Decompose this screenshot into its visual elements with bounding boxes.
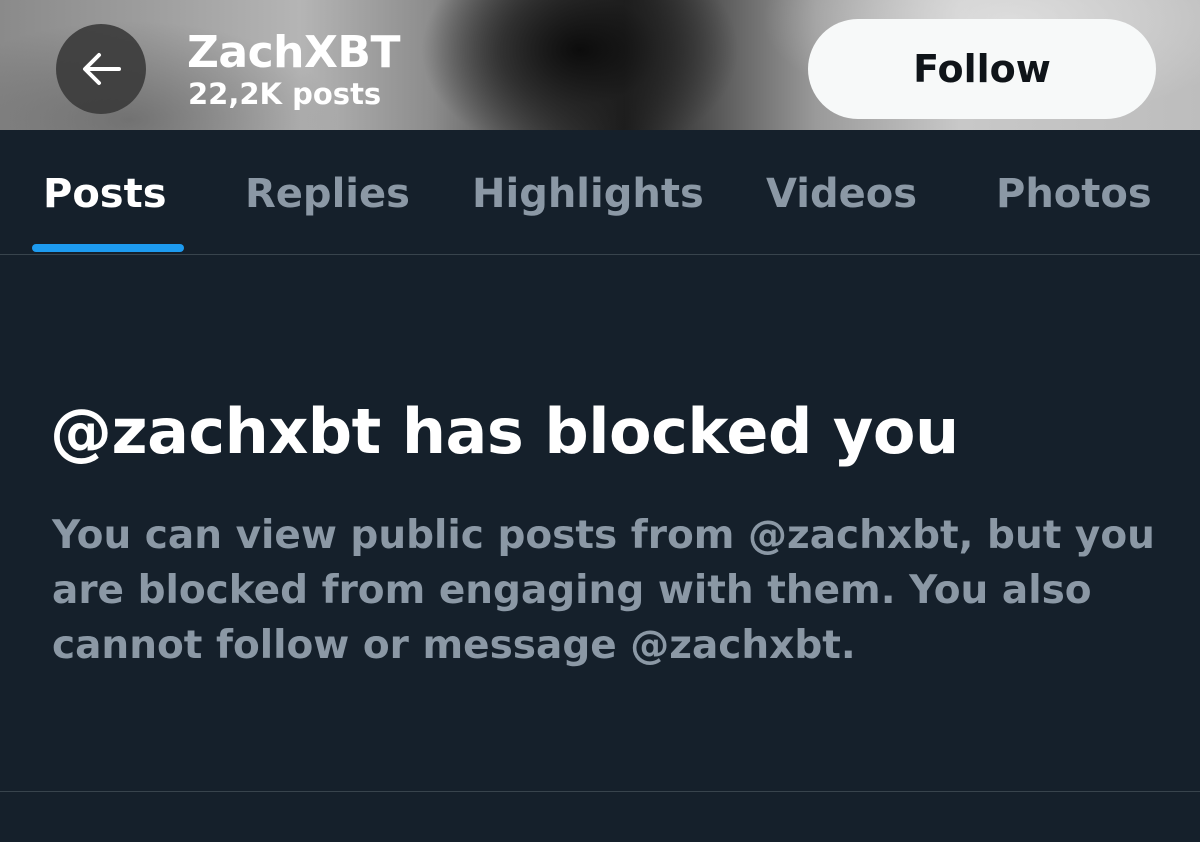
back-button[interactable] bbox=[56, 24, 146, 114]
tab-videos[interactable]: Videos bbox=[766, 170, 917, 218]
post-count: 22,2K posts bbox=[188, 77, 382, 111]
blocked-description: You can view public posts from @zachxbt,… bbox=[52, 513, 1155, 668]
tab-photos[interactable]: Photos bbox=[996, 170, 1152, 218]
arrow-left-icon bbox=[81, 52, 121, 86]
content-divider bbox=[0, 791, 1200, 792]
tab-highlights[interactable]: Highlights bbox=[472, 170, 704, 218]
tab-posts[interactable]: Posts bbox=[43, 170, 167, 218]
blocked-title: @zachxbt has blocked you bbox=[50, 395, 959, 468]
tab-replies[interactable]: Replies bbox=[245, 170, 410, 218]
profile-header: ZachXBT 22,2K posts Follow bbox=[0, 0, 1200, 130]
active-tab-indicator bbox=[32, 244, 184, 252]
profile-tabs: Posts Replies Highlights Videos Photos bbox=[0, 130, 1200, 254]
profile-name: ZachXBT bbox=[187, 27, 400, 78]
follow-button[interactable]: Follow bbox=[808, 19, 1156, 119]
profile-page: ZachXBT 22,2K posts Follow Posts Replies… bbox=[0, 0, 1200, 842]
tabs-divider bbox=[0, 254, 1200, 255]
